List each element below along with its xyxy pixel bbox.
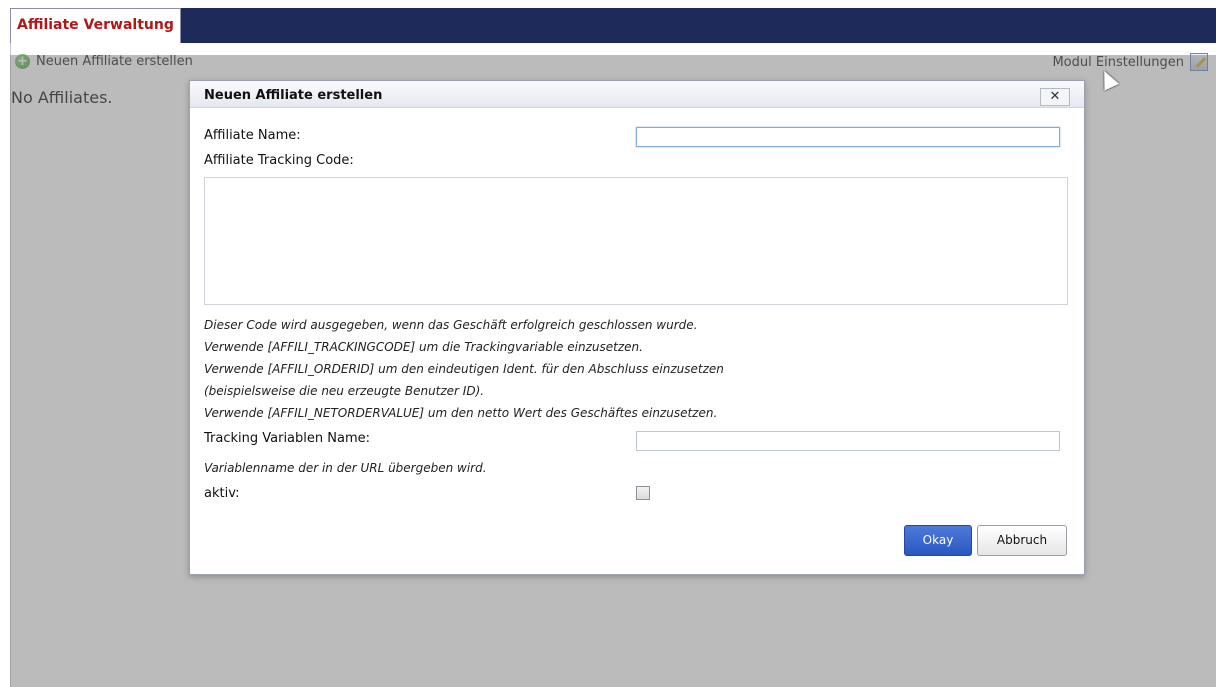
- dialog-header: Neuen Affiliate erstellen ✕: [190, 81, 1084, 108]
- new-affiliate-dialog: Neuen Affiliate erstellen ✕ Affiliate Na…: [189, 80, 1085, 575]
- tracking-code-label: Affiliate Tracking Code:: [204, 153, 354, 168]
- cancel-button[interactable]: Abbruch: [977, 525, 1067, 556]
- close-icon[interactable]: ✕: [1040, 88, 1070, 106]
- tracking-note-5: Verwende [AFFILI_NETORDERVALUE] um den n…: [204, 406, 718, 420]
- dialog-title: Neuen Affiliate erstellen: [204, 88, 383, 103]
- affiliate-name-label: Affiliate Name:: [204, 128, 301, 143]
- tracking-note-3: Verwende [AFFILI_ORDERID] um den eindeut…: [204, 362, 724, 376]
- active-checkbox[interactable]: [636, 486, 650, 500]
- tracking-note-1: Dieser Code wird ausgegeben, wenn das Ge…: [204, 318, 698, 332]
- tracking-note-2: Verwende [AFFILI_TRACKINGCODE] um die Tr…: [204, 340, 643, 354]
- top-header-bar: Affiliate Verwaltung: [10, 8, 1216, 43]
- affiliate-name-input[interactable]: [636, 127, 1060, 147]
- tracking-code-textarea[interactable]: [204, 177, 1068, 305]
- tracking-variable-note: Variablenname der in der URL übergeben w…: [204, 461, 487, 475]
- tracking-note-4: (beispielsweise die neu erzeugte Benutze…: [204, 384, 485, 398]
- active-label: aktiv:: [204, 486, 240, 501]
- tracking-variable-input[interactable]: [636, 431, 1060, 451]
- tracking-variable-label: Tracking Variablen Name:: [204, 431, 370, 446]
- tab-affiliate-verwaltung[interactable]: Affiliate Verwaltung: [10, 8, 181, 43]
- okay-button[interactable]: Okay: [904, 525, 972, 556]
